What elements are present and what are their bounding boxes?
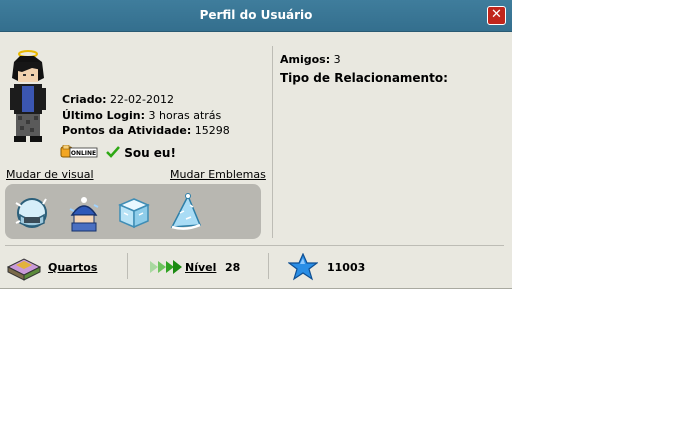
created-value: 22-02-2012 [110,93,174,106]
change-look-link[interactable]: Mudar de visual [6,168,94,181]
ice-helmet-badge-icon[interactable] [12,193,52,233]
level-link[interactable]: Nível [185,261,216,274]
checkmark-icon [106,146,120,158]
relationship-type-label: Tipo de Relacionamento: [280,71,448,85]
online-badge-text: ONLINE [71,150,96,157]
created-date: Criado: 22-02-2012 [62,93,174,106]
rooms-icon [6,258,42,281]
created-label: Criado: [62,93,107,106]
activity-points-label: Pontos da Atividade: [62,124,192,137]
frozen-figure-badge-icon[interactable] [64,193,104,233]
rooms-link[interactable]: Quartos [48,261,97,274]
bottom-separator [5,245,504,246]
friends-label: Amigos: [280,53,331,66]
close-button[interactable]: ✕ [487,6,506,25]
last-login-label: Último Login: [62,109,146,122]
bottom-divider-2 [268,253,269,279]
section-divider [272,46,273,238]
friends-value: 3 [333,53,341,66]
bottom-divider-1 [127,253,128,279]
ice-party-hat-badge-icon[interactable] [164,193,204,233]
ice-cube-badge-icon[interactable] [114,193,154,233]
user-avatar [10,50,46,142]
activity-points: Pontos da Atividade: 15298 [62,124,230,137]
change-badges-link[interactable]: Mudar Emblemas [170,168,266,181]
window-title: Perfil do Usuário [199,8,313,22]
friends-count: Amigos: 3 [280,53,341,66]
star-icon [288,253,318,281]
activity-points-value: 15298 [194,124,230,137]
level-arrows-icon [150,260,182,274]
online-status-icon: ONLINE [60,145,98,158]
user-profile-window: Perfil do Usuário ✕ Criado: 22-02-2012 Ú… [0,0,512,289]
last-login-value: 3 horas atrás [148,109,222,122]
level-value: 28 [225,261,241,274]
stars-value: 11003 [327,261,366,274]
sou-eu-indicator: Sou eu! [106,146,176,160]
last-login: Último Login: 3 horas atrás [62,109,221,122]
sou-eu-label: Sou eu! [124,146,176,160]
window-titlebar[interactable]: Perfil do Usuário ✕ [0,0,512,32]
